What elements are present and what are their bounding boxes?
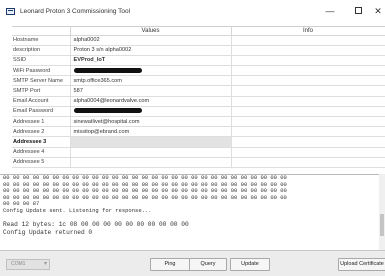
grid-header-row: Values Info [12, 27, 385, 36]
grid-row-value[interactable]: smtp.office365.com [70, 75, 232, 87]
settings-table: Values Info Hostname alpha0002 description… [12, 27, 385, 168]
grid-row[interactable]: Email Account alpha0004@leonardvalve.com [12, 96, 385, 107]
grid-row[interactable]: SMTP Server Name smtp.office365.com [12, 75, 385, 87]
grid-row-value[interactable]: missitop@ebrand.com [70, 126, 232, 138]
grid-row-name: Addressee 1 [12, 116, 71, 128]
grid-row-info [231, 136, 385, 148]
grid-header-values: Values [70, 27, 232, 36]
grid-row-value[interactable]: EVProd_IoT [70, 55, 232, 67]
app-icon [6, 8, 15, 15]
bottom-toolbar: COM1 Ping Query Update Upload Certificat… [0, 250, 385, 276]
grid-row-value[interactable]: sinewatlivet@hospital.com [70, 116, 232, 128]
output-console[interactable]: 00 00 00 00 00 00 00 00 00 00 00 00 00 0… [0, 174, 385, 250]
grid-row-name: SMTP Port [12, 85, 71, 97]
grid-row-info [231, 126, 385, 138]
upload-certificate-button[interactable]: Upload Certificate [338, 258, 385, 271]
redacted-value [73, 108, 142, 114]
update-button[interactable]: Update [230, 258, 270, 271]
grid-row-info [231, 65, 385, 77]
grid-row[interactable]: Addressee 5 [12, 157, 385, 168]
port-select[interactable]: COM1 [6, 259, 50, 270]
grid-row-name: Email Account [12, 96, 71, 107]
grid-header-name [12, 27, 71, 36]
grid-row[interactable]: WiFi Password [12, 65, 385, 77]
grid-row[interactable]: description Proton 3 s/n alpha0002 [12, 45, 385, 56]
grid-row-value[interactable] [70, 106, 232, 118]
grid-row-value[interactable]: alpha0002 [70, 35, 232, 46]
grid-row-name: WiFi Password [12, 65, 71, 77]
grid-row-value[interactable] [70, 65, 232, 77]
grid-row-value[interactable] [70, 157, 232, 168]
grid-row-name: SMTP Server Name [12, 75, 71, 87]
grid-row-info [231, 96, 385, 107]
query-button[interactable]: Query [189, 258, 227, 271]
grid-row-name: Email Password [12, 106, 71, 118]
grid-row[interactable]: Hostname alpha0002 [12, 35, 385, 46]
grid-row-info [231, 147, 385, 158]
grid-row-info [231, 157, 385, 168]
grid-row-name: Addressee 5 [12, 157, 71, 168]
maximize-icon [354, 7, 362, 14]
grid-row-name: Addressee 3 [12, 136, 71, 148]
grid-row[interactable]: Addressee 3 [12, 136, 385, 148]
settings-grid: Values Info Hostname alpha0002 description… [12, 26, 385, 174]
ping-button[interactable]: Ping [150, 258, 190, 271]
console-line: Config Update returned 0 [3, 229, 93, 237]
grid-row-info [231, 55, 385, 67]
console-scrollbar[interactable] [379, 174, 385, 250]
grid-row-name: SSID [12, 55, 71, 67]
grid-row[interactable]: Email Password [12, 106, 385, 118]
console-scrollbar-thumb[interactable] [380, 214, 384, 236]
console-line: Config Update sent. Listening for respon… [3, 206, 152, 214]
grid-row-value[interactable]: Proton 3 s/n alpha0002 [70, 45, 232, 56]
grid-row[interactable]: Addressee 4 [12, 147, 385, 158]
close-button[interactable]: ✕ [370, 5, 385, 17]
grid-row-info [231, 106, 385, 118]
grid-row[interactable]: SMTP Port 587 [12, 85, 385, 97]
console-line: Read 12 bytes: 1c 08 00 00 00 00 00 00 0… [3, 221, 189, 229]
grid-row[interactable]: SSID EVProd_IoT [12, 55, 385, 67]
window-title: Leonard Proton 3 Commissioning Tool [20, 8, 131, 15]
grid-row-value[interactable]: 587 [70, 85, 232, 97]
grid-row-info [231, 35, 385, 46]
grid-row-info [231, 45, 385, 56]
grid-header-info: Info [231, 27, 385, 36]
grid-row-name: Hostname [12, 35, 71, 46]
grid-row-value[interactable] [70, 147, 232, 158]
grid-row-value[interactable]: alpha0004@leonardvalve.com [70, 96, 232, 107]
console-line: 00 00 00 00 00 00 00 00 00 00 00 00 00 0… [3, 193, 287, 201]
maximize-button[interactable] [350, 5, 366, 17]
redacted-value [73, 67, 142, 73]
grid-row[interactable]: Addressee 1 sinewatlivet@hospital.com [12, 116, 385, 128]
grid-row-name: description [12, 45, 71, 56]
grid-row-info [231, 85, 385, 97]
title-bar: Leonard Proton 3 Commissioning Tool — ✕ [0, 0, 385, 22]
grid-row-name: Addressee 4 [12, 147, 71, 158]
grid-row-info [231, 75, 385, 87]
grid-row-value[interactable] [70, 136, 232, 148]
grid-row-name: Addressee 2 [12, 126, 71, 138]
grid-row[interactable]: Addressee 2 missitop@ebrand.com [12, 126, 385, 138]
minimize-button[interactable]: — [322, 5, 338, 17]
grid-row-info [231, 116, 385, 128]
